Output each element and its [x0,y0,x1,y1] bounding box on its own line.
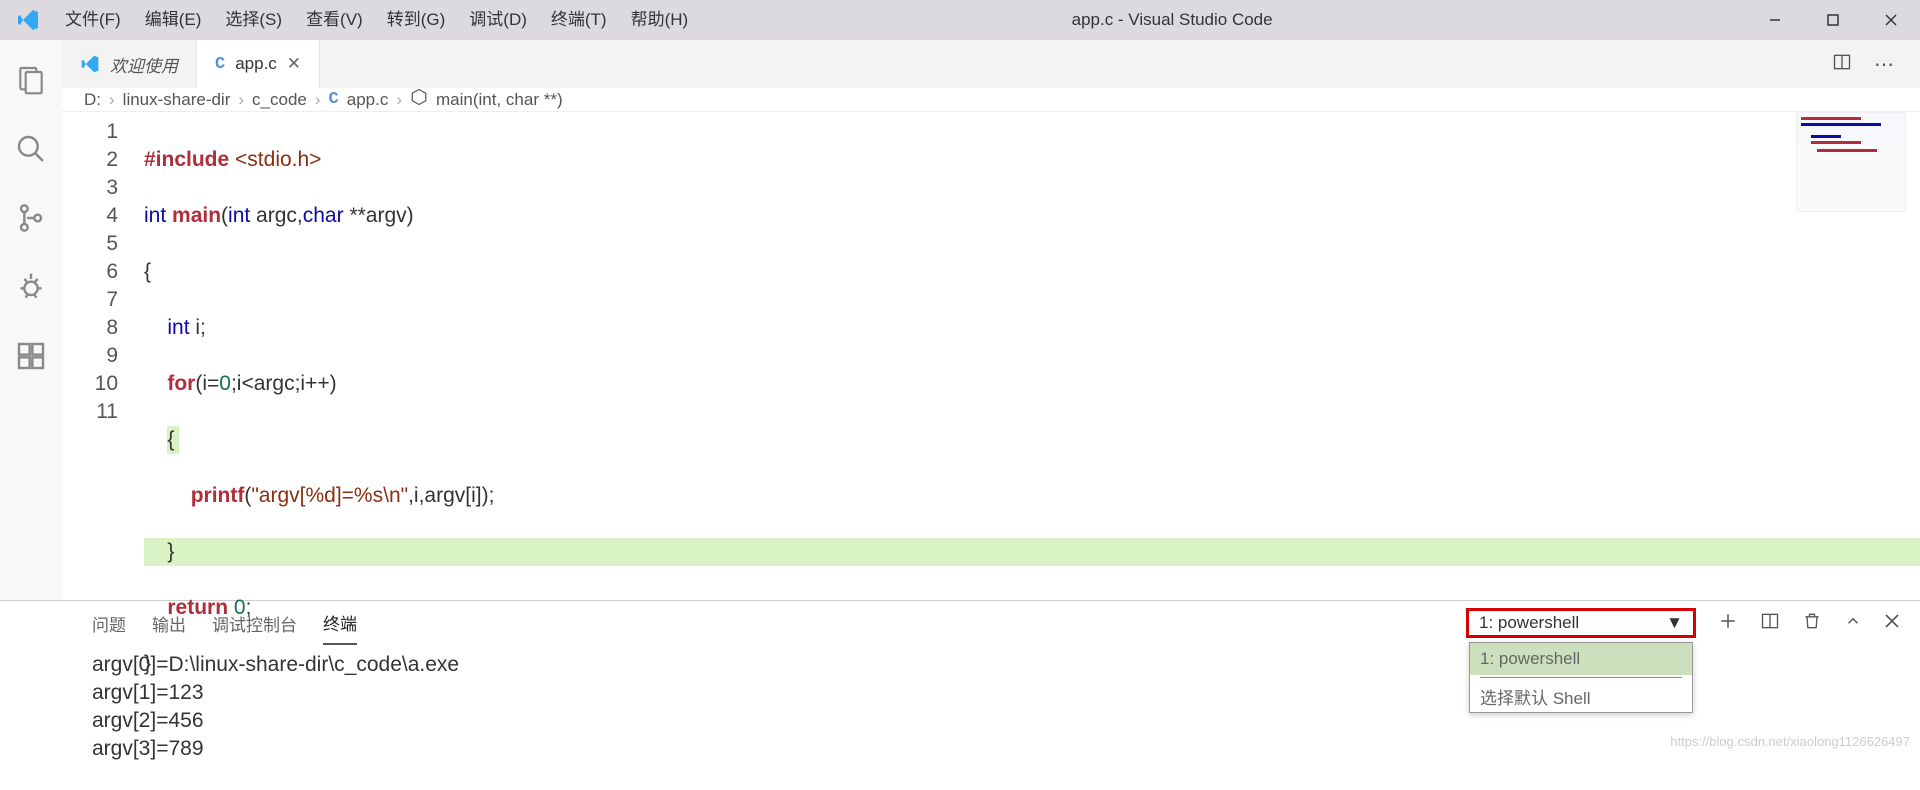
c-file-icon: C [215,55,225,74]
activity-bar [0,40,62,600]
c-file-icon: C [329,90,339,109]
tab-close-icon[interactable]: ✕ [287,54,301,74]
vscode-logo [0,8,55,32]
kill-terminal-icon[interactable] [1802,611,1822,636]
main-menu: 文件(F) 编辑(E) 选择(S) 查看(V) 转到(G) 调试(D) 终端(T… [55,0,698,40]
terminal-dropdown-list: 1: powershell 选择默认 Shell [1469,642,1693,713]
panel-tab-debug[interactable]: 调试控制台 [212,601,297,645]
breadcrumb-file[interactable]: app.c [347,90,389,110]
breadcrumb-symbol[interactable]: main(int, char **) [436,90,563,110]
tab-welcome[interactable]: 欢迎使用 [62,40,197,88]
close-button[interactable] [1862,0,1920,40]
menu-select[interactable]: 选择(S) [215,0,292,40]
menu-debug[interactable]: 调试(D) [459,0,537,40]
split-terminal-icon[interactable] [1760,611,1780,636]
window-title: app.c - Visual Studio Code [698,10,1746,30]
panel-tab-bar: 问题 输出 调试控制台 终端 1: powershell ▼ 1: powers… [0,601,1920,645]
menu-view[interactable]: 查看(V) [296,0,373,40]
tab-bar: 欢迎使用 C app.c ✕ ⋯ [62,40,1920,88]
terminal-selector-label: 1: powershell [1479,613,1579,633]
symbol-icon [410,88,428,111]
split-editor-icon[interactable] [1832,52,1852,77]
tab-welcome-label: 欢迎使用 [110,52,178,77]
window-controls [1746,0,1920,40]
more-icon[interactable]: ⋯ [1874,52,1894,77]
watermark: https://blog.csdn.net/xiaolong1126626497 [1670,734,1910,749]
debug-icon[interactable] [15,271,47,308]
breadcrumb-dir1[interactable]: linux-share-dir [123,90,231,110]
close-panel-icon[interactable] [1884,613,1900,634]
menu-file[interactable]: 文件(F) [55,0,131,40]
breadcrumb-drive[interactable]: D: [84,90,101,110]
menu-goto[interactable]: 转到(G) [377,0,456,40]
breadcrumb-dir2[interactable]: c_code [252,90,307,110]
chevron-down-icon: ▼ [1666,613,1683,633]
search-icon[interactable] [15,133,47,170]
panel-tab-problems[interactable]: 问题 [92,601,126,645]
explorer-icon[interactable] [15,64,47,101]
new-terminal-icon[interactable] [1718,611,1738,636]
source-control-icon[interactable] [15,202,47,239]
line-number-gutter: 1234567891011 [62,112,140,790]
panel-tab-output[interactable]: 输出 [152,601,186,645]
menu-edit[interactable]: 编辑(E) [135,0,212,40]
tab-appc-label: app.c [235,54,277,74]
minimap[interactable] [1796,112,1906,212]
chevron-up-icon[interactable] [1844,612,1862,635]
panel-tab-terminal[interactable]: 终端 [323,601,357,645]
terminal-selector[interactable]: 1: powershell ▼ [1466,608,1696,638]
minimize-button[interactable] [1746,0,1804,40]
dropdown-option-default-shell[interactable]: 选择默认 Shell [1470,680,1692,712]
extensions-icon[interactable] [15,340,47,377]
title-bar: 文件(F) 编辑(E) 选择(S) 查看(V) 转到(G) 调试(D) 终端(T… [0,0,1920,40]
dropdown-option-powershell[interactable]: 1: powershell [1470,643,1692,675]
dropdown-separator [1480,677,1682,678]
menu-help[interactable]: 帮助(H) [621,0,699,40]
breadcrumb[interactable]: D:› linux-share-dir› c_code› C app.c› ma… [62,88,1920,112]
maximize-button[interactable] [1804,0,1862,40]
tab-appc[interactable]: C app.c ✕ [197,40,320,88]
menu-terminal[interactable]: 终端(T) [541,0,617,40]
